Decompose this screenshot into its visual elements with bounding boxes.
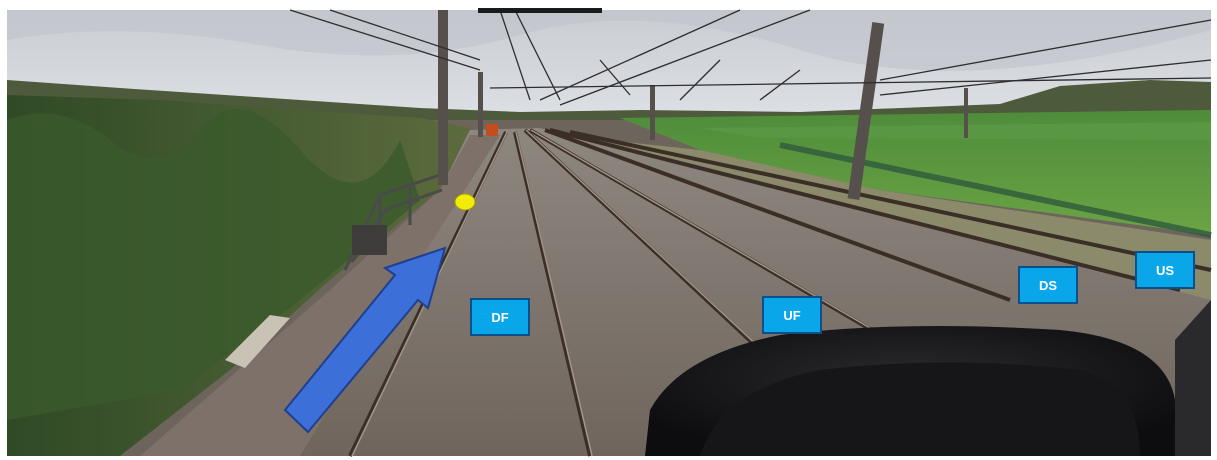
track-label-uf: UF [762,296,822,334]
signal-head [486,124,498,136]
track-label-us: US [1135,251,1195,289]
track-label-ds: DS [1018,266,1078,304]
camera-mount [478,8,602,13]
left-cabinet [352,225,387,255]
track-label-df: DF [470,298,530,336]
railway-photo [7,8,1212,457]
yellow-marker [454,193,476,211]
